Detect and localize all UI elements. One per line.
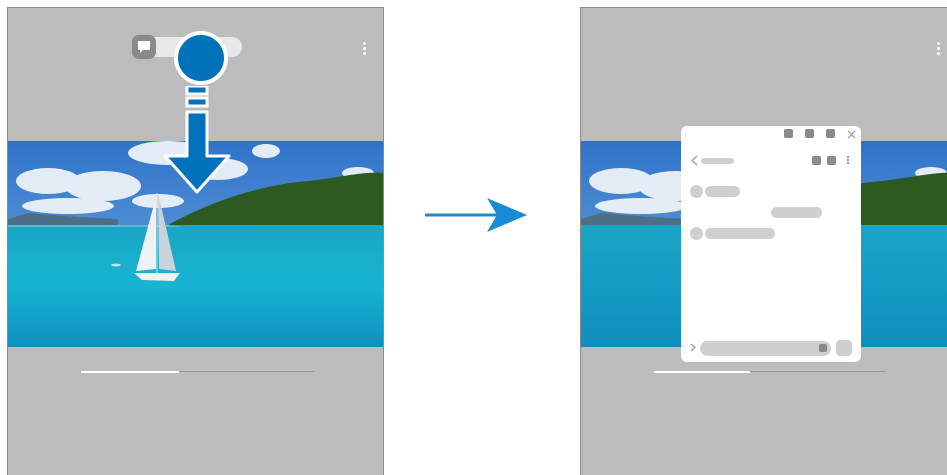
- chevron-right-icon[interactable]: [690, 343, 696, 352]
- left-phone-screen: [7, 7, 384, 475]
- more-options-icon[interactable]: [363, 42, 367, 57]
- progress-track-filled: [81, 371, 179, 373]
- message-input[interactable]: [700, 341, 831, 356]
- right-phone-screen: [580, 7, 947, 475]
- progress-track-remaining: [750, 371, 886, 372]
- more-options-icon[interactable]: [937, 42, 941, 57]
- right-arrow-icon: [425, 198, 527, 232]
- close-icon[interactable]: [847, 130, 856, 139]
- progress-track-filled: [654, 371, 750, 373]
- video-icon[interactable]: [827, 156, 836, 165]
- outgoing-message-bubble: [771, 207, 822, 218]
- avatar: [690, 185, 703, 198]
- drag-handle[interactable]: [174, 31, 228, 85]
- progress-track-remaining: [179, 371, 314, 372]
- chat-popup-window[interactable]: [681, 126, 861, 362]
- emoji-icon[interactable]: [819, 344, 827, 352]
- more-options-icon[interactable]: [847, 156, 849, 164]
- chevron-left-icon[interactable]: [691, 155, 698, 166]
- window-control-icon[interactable]: [826, 129, 835, 138]
- swipe-down-arrow-icon: [163, 86, 231, 194]
- conversation-title: [701, 158, 734, 164]
- message-bubble-icon[interactable]: [132, 35, 156, 59]
- incoming-message-bubble: [705, 186, 740, 197]
- window-control-icon[interactable]: [805, 129, 814, 138]
- call-icon[interactable]: [812, 156, 821, 165]
- window-control-icon[interactable]: [784, 129, 793, 138]
- incoming-message-bubble: [705, 228, 775, 239]
- avatar: [690, 227, 703, 240]
- send-icon[interactable]: [836, 340, 852, 356]
